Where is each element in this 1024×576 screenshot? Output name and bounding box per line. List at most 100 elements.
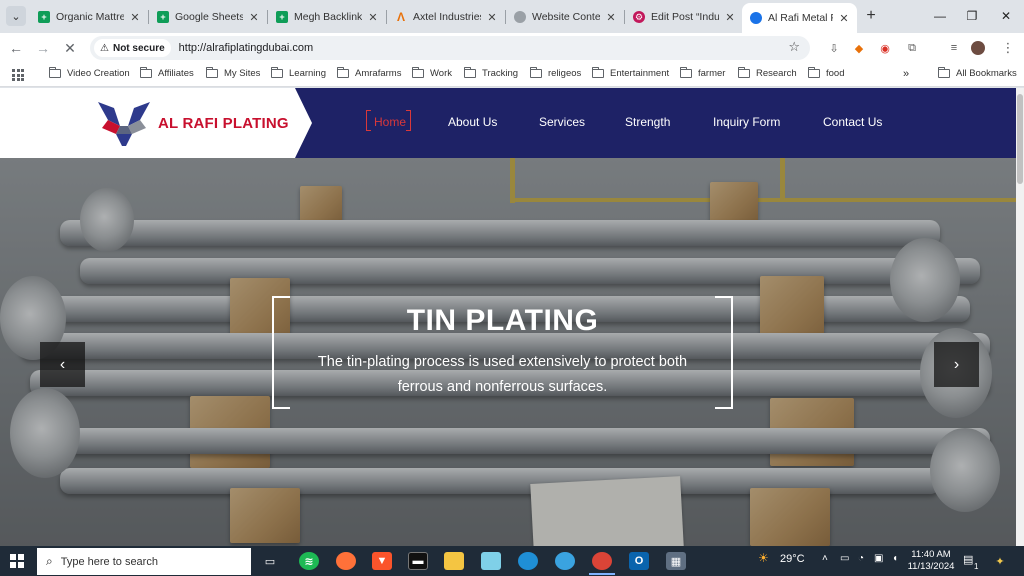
tab-search-button[interactable]: ⌄ [6, 6, 26, 26]
app-icon[interactable] [555, 552, 575, 570]
extensions-puzzle-icon[interactable]: ⧉ [904, 41, 920, 55]
download-extension-icon[interactable]: ⇩ [826, 41, 842, 55]
browser-tab[interactable]: + Megh Backlinks ✕ [268, 4, 386, 30]
forward-button[interactable]: → [33, 38, 53, 58]
nav-about-us[interactable]: About Us [448, 115, 497, 129]
warning-icon: ⚠ [100, 42, 109, 54]
stop-loading-button[interactable]: ✕ [60, 38, 80, 58]
bookmark-folder[interactable]: Amrafarms [336, 67, 401, 79]
calculator-icon[interactable]: ▦ [666, 552, 686, 570]
browser-menu-icon[interactable]: ⋮ [1000, 40, 1016, 55]
address-bar[interactable]: ⚠ Not secure http://alrafiplatingdubai.c… [90, 36, 810, 60]
tray-chevron-icon[interactable]: ˄ [822, 553, 828, 564]
windows-taskbar: ⌕ Type here to search ▭ ≋ ▼ ▬ O ▦ ☀ 29°C… [0, 546, 1024, 576]
media-control-icon[interactable]: ≡ [946, 41, 962, 55]
folder-icon [411, 67, 424, 78]
system-clock[interactable]: 11:40 AM 11/13/2024 [905, 549, 957, 573]
notification-icon[interactable]: ▤ [963, 553, 973, 566]
chrome-icon[interactable] [592, 552, 612, 570]
close-tab-icon[interactable]: ✕ [366, 10, 380, 24]
brave-extension-icon[interactable]: ◆ [851, 41, 867, 55]
folder-icon [737, 67, 750, 78]
weather-temperature[interactable]: 29°C [780, 553, 805, 565]
copilot-icon[interactable]: ✦ [990, 552, 1010, 570]
bookmark-folder[interactable]: Work [411, 67, 452, 79]
bookmark-folder[interactable]: Research [737, 67, 797, 79]
back-button[interactable]: ← [6, 38, 26, 58]
chevron-left-icon: ‹ [59, 355, 66, 373]
bookmark-folder[interactable]: Learning [270, 67, 326, 79]
start-button[interactable] [10, 554, 24, 568]
terminal-icon[interactable]: ▬ [408, 552, 428, 570]
url-text[interactable]: http://alrafiplatingdubai.com [179, 42, 314, 54]
brave-icon[interactable]: ▼ [372, 552, 392, 570]
tab-title: Edit Post “Indust [651, 11, 719, 23]
close-window-button[interactable]: ✕ [984, 4, 1024, 28]
bookmark-folder[interactable]: Tracking [463, 67, 518, 79]
display-icon[interactable]: ▣ [874, 553, 883, 564]
network-icon[interactable]: ◔ [858, 553, 864, 564]
task-view-icon[interactable]: ▭ [260, 552, 280, 570]
close-tab-icon[interactable]: ✕ [128, 10, 142, 24]
folder-icon [48, 67, 61, 78]
all-bookmarks-folder[interactable]: All Bookmarks [937, 67, 1017, 79]
nav-services[interactable]: Services [539, 115, 585, 129]
close-tab-icon[interactable]: ✕ [247, 10, 261, 24]
notepad-icon[interactable] [481, 552, 501, 570]
bookmark-folder[interactable]: religeos [529, 67, 581, 79]
nav-contact-us[interactable]: Contact Us [823, 115, 882, 129]
bookmark-folder[interactable]: farmer [679, 67, 725, 79]
firefox-icon[interactable] [336, 552, 356, 570]
tab-title: Google Sheets [175, 11, 243, 23]
close-tab-icon[interactable]: ✕ [837, 11, 851, 25]
chevron-right-icon: › [953, 355, 960, 373]
close-tab-icon[interactable]: ✕ [604, 10, 618, 24]
outlook-icon[interactable]: O [629, 552, 649, 570]
nav-home[interactable]: Home [374, 115, 406, 129]
apps-grid-icon[interactable] [12, 69, 24, 81]
slider-next-button[interactable]: › [934, 342, 979, 387]
sheets-icon: + [157, 11, 169, 23]
folder-icon [270, 67, 283, 78]
bookmark-folder[interactable]: Video Creation [48, 67, 130, 79]
search-placeholder: Type here to search [60, 555, 158, 568]
bookmark-folder[interactable]: food [807, 67, 845, 79]
close-tab-icon[interactable]: ✕ [485, 10, 499, 24]
slider-prev-button[interactable]: ‹ [40, 342, 85, 387]
new-tab-button[interactable]: + [862, 7, 880, 25]
browser-tab[interactable]: + Google Sheets ✕ [149, 4, 267, 30]
bookmark-folder[interactable]: Entertainment [591, 67, 669, 79]
folder-icon [937, 67, 950, 78]
nav-inquiry-form[interactable]: Inquiry Form [713, 115, 780, 129]
taskbar-search-input[interactable]: ⌕ Type here to search [37, 548, 251, 575]
hero-description: The tin-plating process is used extensiv… [317, 354, 688, 395]
spotify-icon[interactable]: ≋ [299, 552, 319, 570]
folder-icon [679, 67, 692, 78]
bookmark-folder[interactable]: Affiliates [139, 67, 194, 79]
tab-title: Organic Mattres [56, 11, 124, 23]
browser-tab[interactable]: Λ Axtel Industries ✕ [387, 4, 505, 30]
folder-icon [529, 67, 542, 78]
axtel-icon: Λ [396, 10, 405, 24]
more-bookmarks-chevron-icon[interactable]: » [903, 68, 909, 80]
close-tab-icon[interactable]: ✕ [723, 10, 737, 24]
browser-tab[interactable]: Website Content ✕ [506, 4, 624, 30]
pokeball-extension-icon[interactable]: ◉ [877, 41, 893, 55]
browser-tab-active[interactable]: Al Rafi Metal Pla ✕ [742, 3, 857, 33]
file-explorer-icon[interactable] [444, 552, 464, 570]
nav-strength[interactable]: Strength [625, 115, 670, 129]
profile-avatar[interactable] [971, 41, 985, 55]
folder-icon [463, 67, 476, 78]
bookmark-folder[interactable]: My Sites [205, 67, 260, 79]
page-scrollbar[interactable] [1016, 88, 1024, 546]
site-logo[interactable]: AL RAFI PLATING [96, 98, 289, 148]
weather-icon[interactable]: ☀ [758, 551, 769, 565]
battery-icon[interactable]: ▭ [840, 553, 849, 564]
bookmark-star-icon[interactable]: ☆ [788, 39, 800, 55]
gear-icon: ⚙ [633, 11, 645, 23]
volume-icon[interactable]: ◖ [892, 553, 898, 564]
browser-tab[interactable]: + Organic Mattres ✕ [30, 4, 148, 30]
browser-tab[interactable]: ⚙ Edit Post “Indust ✕ [625, 4, 743, 30]
edge-icon[interactable] [518, 552, 538, 570]
security-chip[interactable]: ⚠ Not secure [94, 39, 171, 57]
